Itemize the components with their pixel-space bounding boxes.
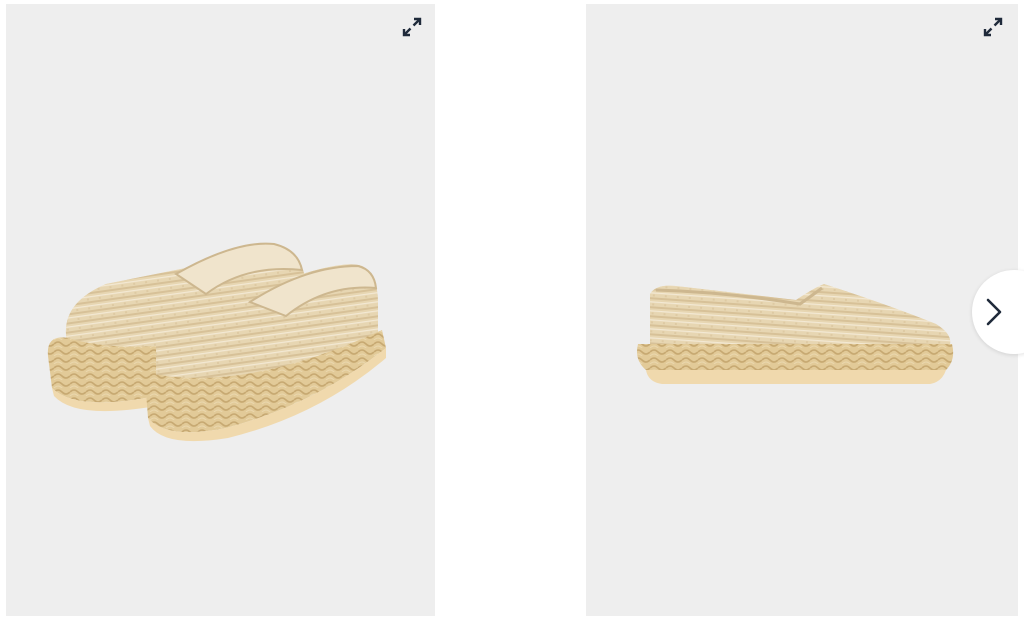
expand-arrows-icon — [983, 17, 1003, 37]
product-image-gallery — [0, 0, 1024, 620]
chevron-right-icon — [986, 298, 1002, 326]
gallery-image-1[interactable] — [6, 4, 435, 616]
side-shoe — [637, 284, 954, 384]
expand-button[interactable] — [401, 16, 423, 38]
expand-button[interactable] — [982, 16, 1004, 38]
espadrille-side-photo — [637, 284, 954, 384]
espadrille-pair-photo — [47, 242, 386, 442]
expand-arrows-icon — [402, 17, 422, 37]
gallery-image-2[interactable] — [586, 4, 1018, 616]
